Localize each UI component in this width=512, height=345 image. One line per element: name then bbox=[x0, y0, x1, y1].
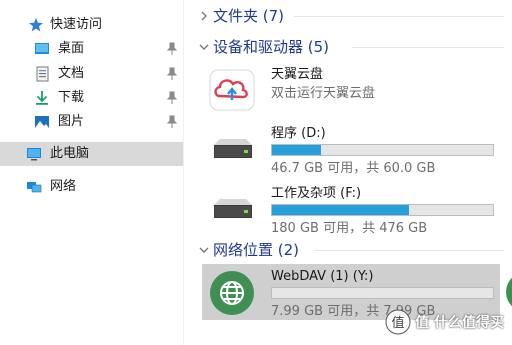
drive-tile-f[interactable]: 工作及杂项 (F:) 180 GB 可用，共 476 GB bbox=[202, 181, 512, 237]
chevron-down-icon bbox=[199, 44, 209, 50]
monitor-icon bbox=[27, 148, 41, 161]
nav-item-desktop[interactable]: 桌面 bbox=[0, 37, 183, 61]
site-watermark: 值 值 什么值得买 bbox=[385, 309, 504, 335]
nav-item-label: 此电脑 bbox=[50, 146, 90, 161]
drive-usage-fill bbox=[272, 145, 321, 155]
group-divider bbox=[314, 250, 504, 251]
watermark-text: 值 什么值得买 bbox=[415, 315, 504, 331]
nav-item-label: 图片 bbox=[58, 114, 85, 129]
group-header-devices[interactable]: 设备和驱动器 (5) bbox=[184, 35, 512, 59]
tianyi-cloud-icon bbox=[209, 69, 255, 111]
network-location-tile-partial[interactable] bbox=[504, 270, 512, 314]
drive-name: 工作及杂项 (F:) bbox=[271, 186, 362, 201]
group-divider bbox=[352, 47, 504, 48]
nav-item-network[interactable]: 网络 bbox=[0, 175, 183, 199]
globe-icon bbox=[210, 271, 254, 315]
star-icon bbox=[29, 18, 43, 32]
nav-item-documents[interactable]: 文档 bbox=[0, 62, 183, 86]
pin-icon[interactable] bbox=[166, 67, 178, 81]
network-location-name: WebDAV (1) (Y:) bbox=[271, 269, 374, 284]
chevron-down-icon bbox=[199, 247, 209, 253]
nav-item-label: 桌面 bbox=[58, 41, 85, 56]
hard-drive-icon bbox=[214, 139, 252, 158]
pin-icon[interactable] bbox=[166, 42, 178, 56]
pin-icon[interactable] bbox=[166, 115, 178, 129]
drive-usage-bar bbox=[271, 204, 494, 216]
watermark-logo-icon: 值 bbox=[385, 309, 411, 335]
network-usage-bar bbox=[271, 287, 494, 299]
device-name: 天翼云盘 bbox=[271, 67, 324, 82]
group-header-network-locations[interactable]: 网络位置 (2) bbox=[184, 238, 512, 262]
nav-quick-access[interactable]: 快速访问 bbox=[0, 13, 183, 37]
device-tile-tianyi-cloud[interactable]: 天翼云盘 双击运行天翼云盘 bbox=[202, 62, 512, 118]
content-pane: 文件夹 (7) 设备和驱动器 (5) 天翼云盘 双击运行天翼云盘 程序 (D:) bbox=[184, 0, 512, 345]
drive-usage-bar bbox=[271, 144, 494, 156]
nav-item-label: 网络 bbox=[50, 179, 77, 194]
download-icon bbox=[36, 91, 48, 105]
drive-free-space: 46.7 GB 可用，共 60.0 GB bbox=[271, 161, 436, 176]
group-title: 设备和驱动器 (5) bbox=[213, 38, 330, 56]
drive-tile-d[interactable]: 程序 (D:) 46.7 GB 可用，共 60.0 GB bbox=[202, 121, 512, 177]
nav-item-label: 下载 bbox=[58, 90, 85, 105]
document-icon bbox=[36, 66, 49, 82]
pictures-icon bbox=[35, 116, 49, 128]
network-icon bbox=[27, 182, 42, 193]
group-divider bbox=[294, 16, 504, 17]
nav-item-pictures[interactable]: 图片 bbox=[0, 110, 183, 134]
desktop-icon bbox=[35, 43, 49, 54]
group-title: 文件夹 (7) bbox=[213, 7, 285, 25]
group-header-folders[interactable]: 文件夹 (7) bbox=[184, 4, 512, 28]
drive-free-space: 180 GB 可用，共 476 GB bbox=[271, 221, 428, 236]
nav-quick-access-label: 快速访问 bbox=[50, 17, 103, 32]
nav-item-label: 文档 bbox=[58, 66, 85, 81]
pin-icon[interactable] bbox=[166, 91, 178, 105]
drive-usage-fill bbox=[272, 205, 410, 215]
device-subtitle: 双击运行天翼云盘 bbox=[271, 86, 376, 101]
navigation-pane: 快速访问 桌面 文档 下载 图片 此电脑 网络 bbox=[0, 0, 183, 345]
nav-item-this-pc[interactable]: 此电脑 bbox=[0, 142, 183, 166]
drive-name: 程序 (D:) bbox=[271, 126, 326, 141]
svg-text:值: 值 bbox=[392, 315, 405, 331]
group-title: 网络位置 (2) bbox=[213, 241, 300, 259]
hard-drive-icon bbox=[214, 199, 252, 218]
nav-item-downloads[interactable]: 下载 bbox=[0, 86, 183, 110]
chevron-right-icon bbox=[201, 11, 207, 21]
